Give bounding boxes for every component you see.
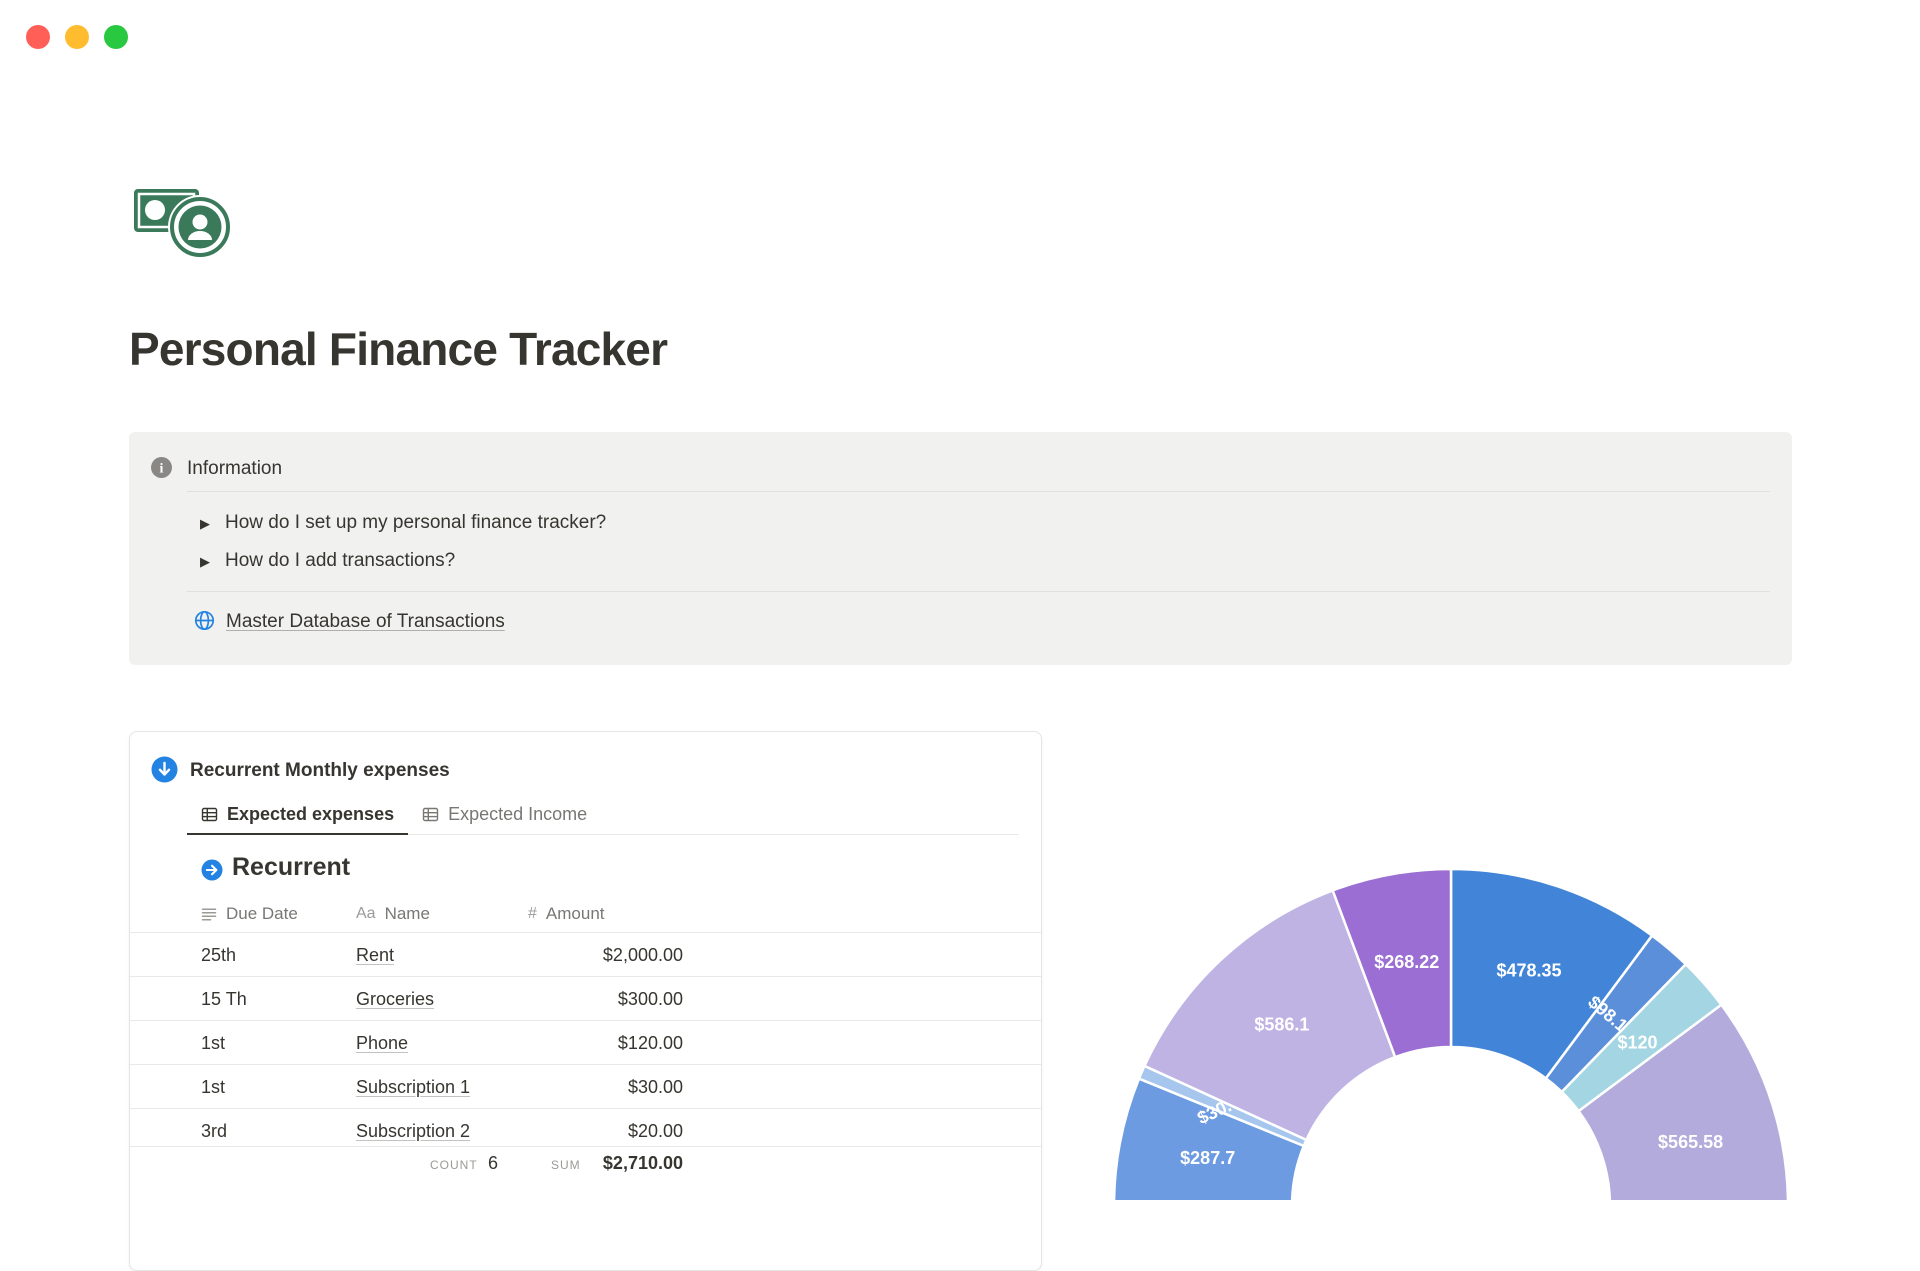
donut-slice[interactable] xyxy=(1576,1003,1790,1200)
donut-slice[interactable] xyxy=(1544,933,1688,1094)
globe-icon xyxy=(193,609,216,632)
expenses-table: Due Date Aa Name # Amount 25th Rent $2,0… xyxy=(130,896,1041,1153)
donut-slice[interactable] xyxy=(1112,1076,1306,1200)
text-lines-icon xyxy=(201,908,217,921)
window-controls xyxy=(26,25,128,49)
tab-expected-income[interactable]: Expected Income xyxy=(408,794,601,834)
due-date-cell[interactable]: 25th xyxy=(201,945,236,966)
name-cell-link[interactable]: Subscription 2 xyxy=(356,1121,470,1142)
due-date-cell[interactable]: 1st xyxy=(201,1033,225,1054)
name-cell-link[interactable]: Rent xyxy=(356,945,394,966)
count-aggregate-value: 6 xyxy=(488,1153,499,1173)
table-row[interactable]: 15 Th Groceries $300.00 xyxy=(130,977,1041,1021)
close-button[interactable] xyxy=(26,25,50,49)
divider xyxy=(187,591,1770,592)
donut-slice-label: $586.1 xyxy=(1254,1015,1309,1035)
toggle-add-transactions-question[interactable]: ▶ How do I add transactions? xyxy=(200,548,455,574)
minimize-button[interactable] xyxy=(65,25,89,49)
donut-slice[interactable] xyxy=(1449,867,1654,1081)
arrow-right-circle-icon xyxy=(201,859,223,881)
column-header-due-date[interactable]: Due Date xyxy=(201,904,298,924)
table-header-row: Due Date Aa Name # Amount xyxy=(130,896,1041,933)
column-label: Name xyxy=(384,904,430,923)
due-date-cell[interactable]: 15 Th xyxy=(201,989,247,1010)
toggle-setup-question[interactable]: ▶ How do I set up my personal finance tr… xyxy=(200,510,606,536)
toggle-triangle-icon[interactable]: ▶ xyxy=(200,517,210,530)
callout-title: Information xyxy=(187,458,283,479)
column-label: Due Date xyxy=(226,904,298,923)
amount-cell[interactable]: $30.00 xyxy=(520,1077,683,1098)
sum-aggregate-value: $2,710.00 xyxy=(602,1153,683,1173)
donut-slice-label: $268.22 xyxy=(1374,952,1439,972)
table-footer: COUNT 6 SUM $2,710.00 xyxy=(130,1146,1041,1270)
card-title: Recurrent Monthly expenses xyxy=(190,760,450,781)
information-callout: i Information ▶ How do I set up my perso… xyxy=(129,432,1792,665)
due-date-cell[interactable]: 3rd xyxy=(201,1121,227,1142)
table-view-icon xyxy=(422,807,439,821)
donut-slice-label: $565.58 xyxy=(1658,1132,1723,1152)
count-aggregate-label[interactable]: COUNT xyxy=(430,1158,478,1172)
donut-slice[interactable] xyxy=(1142,888,1397,1142)
page-emoji-money-icon[interactable] xyxy=(133,180,235,262)
name-cell-link[interactable]: Subscription 1 xyxy=(356,1077,470,1098)
tab-expected-expenses[interactable]: Expected expenses xyxy=(187,794,409,835)
column-header-name[interactable]: Aa Name xyxy=(356,904,430,924)
name-cell-link[interactable]: Phone xyxy=(356,1033,408,1054)
donut-slice-label: $478.35 xyxy=(1496,961,1561,981)
column-header-amount[interactable]: # Amount xyxy=(528,904,605,924)
table-row[interactable]: 25th Rent $2,000.00 xyxy=(130,933,1041,977)
table-row[interactable]: 1st Phone $120.00 xyxy=(130,1021,1041,1065)
table-view-icon xyxy=(201,807,218,821)
toggle-label: How do I add transactions? xyxy=(225,550,456,571)
toggle-label: How do I set up my personal finance trac… xyxy=(225,512,607,533)
donut-slice-label: $98.17 xyxy=(1584,992,1639,1043)
donut-slice[interactable] xyxy=(1137,1064,1309,1148)
info-icon: i xyxy=(150,456,173,479)
arrow-down-circle-icon[interactable] xyxy=(151,756,178,783)
divider xyxy=(187,491,1770,492)
amount-cell[interactable]: $2,000.00 xyxy=(520,945,683,966)
table-row[interactable]: 1st Subscription 1 $30.00 xyxy=(130,1065,1041,1109)
number-property-icon: # xyxy=(528,905,537,922)
toggle-triangle-icon[interactable]: ▶ xyxy=(200,555,210,568)
due-date-cell[interactable]: 1st xyxy=(201,1077,225,1098)
view-tabs: Expected expenses Expected Income xyxy=(187,794,1019,835)
donut-slice-label: $30.68 xyxy=(1194,1087,1252,1128)
donut-slice[interactable] xyxy=(1560,962,1724,1113)
master-database-link[interactable]: Master Database of Transactions xyxy=(226,611,505,633)
tab-label: Expected Income xyxy=(448,803,588,824)
svg-text:i: i xyxy=(160,462,164,477)
donut-slice-label: $287.7 xyxy=(1180,1148,1235,1168)
title-property-icon: Aa xyxy=(356,905,376,922)
tab-label: Expected expenses xyxy=(227,803,395,824)
amount-cell[interactable]: $300.00 xyxy=(520,989,683,1010)
column-label: Amount xyxy=(545,904,605,923)
amount-cell[interactable]: $120.00 xyxy=(520,1033,683,1054)
zoom-button[interactable] xyxy=(104,25,128,49)
section-title: Recurrent xyxy=(232,853,351,881)
sum-aggregate-label[interactable]: SUM xyxy=(551,1158,581,1172)
donut-slice[interactable] xyxy=(1331,867,1453,1059)
amount-cell[interactable]: $20.00 xyxy=(520,1121,683,1142)
name-cell-link[interactable]: Groceries xyxy=(356,989,434,1010)
page-title: Personal Finance Tracker xyxy=(129,323,668,375)
donut-slice-label: $120 xyxy=(1617,1033,1657,1053)
recurrent-expenses-card: Recurrent Monthly expenses Expected expe… xyxy=(129,731,1042,1271)
